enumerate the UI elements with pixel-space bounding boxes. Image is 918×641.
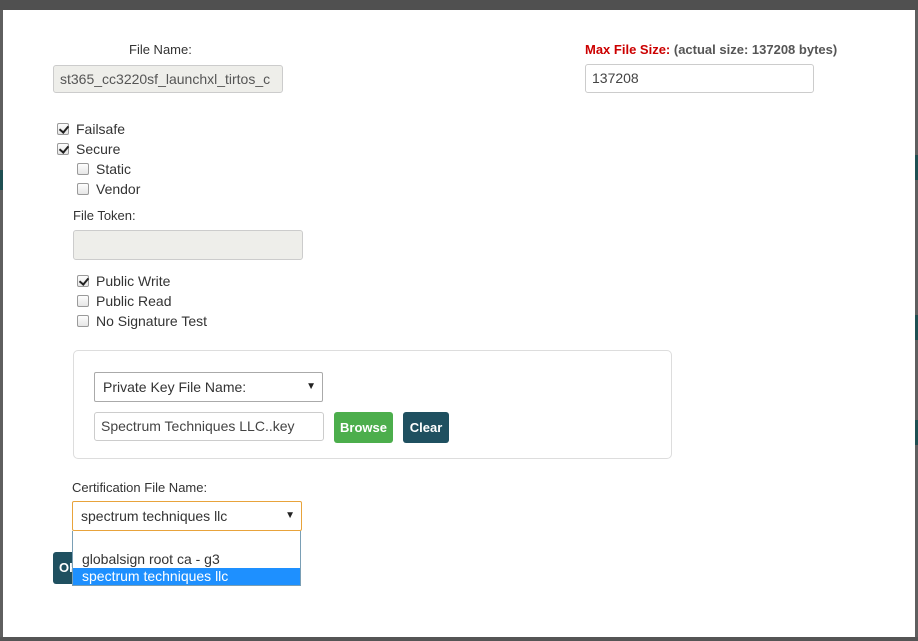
secure-label: Secure [76,141,121,157]
private-key-select-value: Private Key File Name: [103,379,247,395]
backdrop-top [0,0,918,10]
vendor-checkbox-row[interactable]: Vendor [77,180,140,198]
public-read-label: Public Read [96,293,172,309]
chevron-down-icon: ▼ [285,510,295,521]
failsafe-checkbox-row[interactable]: Failsafe [57,120,125,138]
file-name-field[interactable]: st365_cc3220sf_launchxl_tirtos_c [53,65,283,93]
actual-size-text: (actual size: 137208 bytes) [673,42,838,57]
vendor-label: Vendor [96,181,141,197]
vendor-checkbox[interactable] [77,183,89,195]
max-file-size-label: Max File Size: (actual size: 137208 byte… [585,42,837,57]
no-signature-test-checkbox-row[interactable]: No Signature Test [77,312,207,330]
failsafe-label: Failsafe [76,121,126,137]
no-signature-test-label: No Signature Test [96,313,208,329]
certification-select-value: spectrum techniques llc [81,508,228,524]
public-read-checkbox-row[interactable]: Public Read [77,292,172,310]
file-token-label: File Token: [73,208,136,223]
private-key-select[interactable]: Private Key File Name: ▼ [94,372,323,402]
private-key-panel: Private Key File Name: ▼ Spectrum Techni… [73,350,672,459]
certification-dropdown-list: globalsign root ca - g3 spectrum techniq… [72,531,301,586]
public-write-label: Public Write [96,273,171,289]
file-name-label: File Name: [129,42,192,57]
browse-button[interactable]: Browse [334,412,393,443]
secure-checkbox[interactable] [57,143,69,155]
secure-checkbox-row[interactable]: Secure [57,140,120,158]
static-label: Static [96,161,132,177]
dropdown-option[interactable]: spectrum techniques llc [73,568,300,585]
static-checkbox[interactable] [77,163,89,175]
dropdown-option[interactable]: globalsign root ca - g3 [73,551,300,568]
failsafe-checkbox[interactable] [57,123,69,135]
file-token-field[interactable] [73,230,303,260]
clear-button[interactable]: Clear [403,412,449,443]
public-write-checkbox[interactable] [77,275,89,287]
public-write-checkbox-row[interactable]: Public Write [77,272,170,290]
static-checkbox-row[interactable]: Static [77,160,131,178]
private-key-file-field[interactable]: Spectrum Techniques LLC..key [94,412,324,441]
max-file-size-title: Max File Size: [585,42,671,57]
backdrop-bottom [0,637,918,641]
certification-label: Certification File Name: [72,480,208,495]
no-signature-test-checkbox[interactable] [77,315,89,327]
certification-select[interactable]: spectrum techniques llc ▼ [72,501,302,531]
chevron-down-icon: ▼ [306,381,316,392]
max-file-size-input[interactable]: 137208 [585,64,814,93]
file-properties-modal: File Name: st365_cc3220sf_launchxl_tirto… [3,10,915,637]
public-read-checkbox[interactable] [77,295,89,307]
